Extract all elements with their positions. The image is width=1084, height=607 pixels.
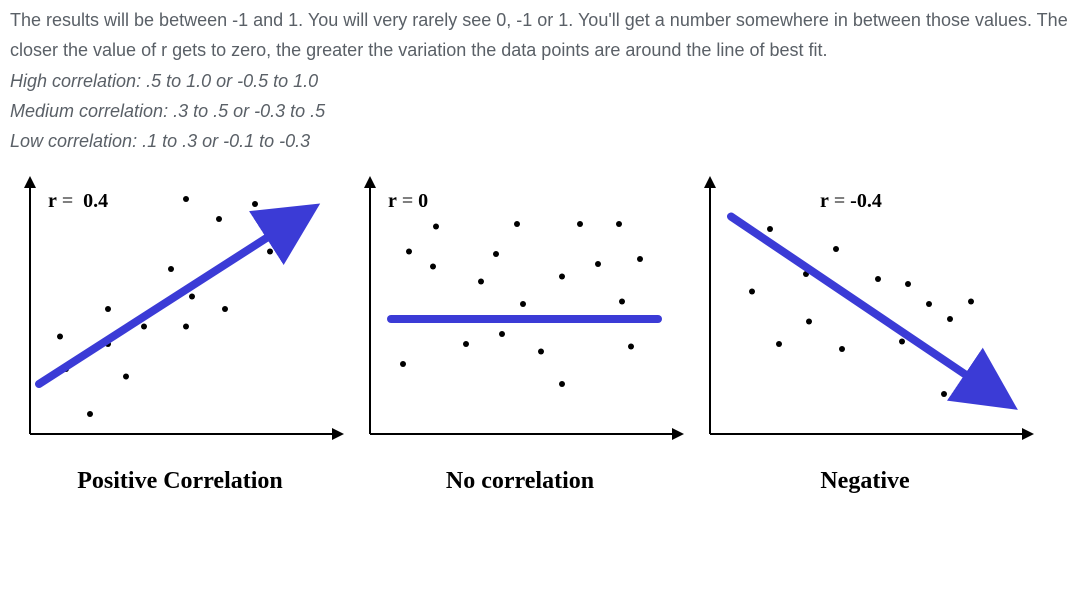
- data-point: [628, 344, 634, 350]
- chart-positive: r = 0.4 Positive Correlation: [10, 174, 350, 495]
- data-point: [520, 301, 526, 307]
- data-point: [905, 281, 911, 287]
- data-point: [105, 306, 111, 312]
- rule-low-range: : .1 to .3 or -0.1 to -0.3: [132, 131, 310, 151]
- data-point: [875, 276, 881, 282]
- data-point: [183, 196, 189, 202]
- rule-medium: Medium correlation: .3 to .5 or -0.3 to …: [10, 97, 1074, 127]
- chart-caption-positive: Positive Correlation: [10, 468, 350, 495]
- data-point: [595, 261, 601, 267]
- data-point: [463, 341, 469, 347]
- rule-low: Low correlation: .1 to .3 or -0.1 to -0.…: [10, 127, 1074, 157]
- r-value-positive: 0.4: [83, 190, 108, 212]
- data-point: [141, 324, 147, 330]
- r-label-none: r = 0: [388, 190, 428, 213]
- chart-negative: r = -0.4 Negative: [690, 174, 1040, 495]
- rule-high-label: High correlation: [10, 71, 136, 91]
- data-point: [637, 256, 643, 262]
- scatter-plot-negative: [690, 174, 1040, 464]
- data-point: [616, 221, 622, 227]
- data-point: [559, 381, 565, 387]
- data-point: [947, 316, 953, 322]
- data-point: [433, 224, 439, 230]
- data-point: [926, 301, 932, 307]
- data-point: [749, 289, 755, 295]
- data-point: [577, 221, 583, 227]
- data-point: [493, 251, 499, 257]
- data-point: [514, 221, 520, 227]
- data-point: [538, 349, 544, 355]
- data-point: [430, 264, 436, 270]
- equals-sign: =: [57, 190, 78, 212]
- data-point: [767, 226, 773, 232]
- data-point: [968, 299, 974, 305]
- data-points-none: [400, 221, 643, 387]
- rule-medium-range: : .3 to .5 or -0.3 to .5: [163, 101, 325, 121]
- chart-caption-none: No correlation: [350, 468, 690, 495]
- data-point: [57, 334, 63, 340]
- data-point: [222, 306, 228, 312]
- rule-medium-label: Medium correlation: [10, 101, 163, 121]
- data-point: [619, 299, 625, 305]
- chart-none: r = 0 No correlation: [350, 174, 690, 495]
- chart-row: r = 0.4 Positive Correlation r = 0: [10, 174, 1074, 495]
- r-label-negative: r = -0.4: [820, 190, 882, 213]
- data-point: [400, 361, 406, 367]
- data-point: [406, 249, 412, 255]
- r-value-none: 0: [418, 190, 428, 212]
- data-point: [899, 339, 905, 345]
- data-point: [123, 374, 129, 380]
- data-point: [87, 411, 93, 417]
- scatter-plot-positive: [10, 174, 350, 464]
- equals-sign: =: [397, 190, 418, 212]
- data-point: [941, 391, 947, 397]
- data-point: [776, 341, 782, 347]
- data-point: [833, 246, 839, 252]
- data-point: [189, 294, 195, 300]
- r-symbol: r: [48, 190, 57, 212]
- r-symbol: r: [820, 190, 829, 212]
- data-point: [806, 319, 812, 325]
- r-value-negative: -0.4: [850, 190, 882, 212]
- rule-high: High correlation: .5 to 1.0 or -0.5 to 1…: [10, 67, 1074, 97]
- scatter-plot-none: [350, 174, 690, 464]
- data-point: [168, 266, 174, 272]
- data-point: [478, 279, 484, 285]
- intro-paragraph: The results will be between -1 and 1. Yo…: [10, 6, 1074, 65]
- data-point: [839, 346, 845, 352]
- data-point: [216, 216, 222, 222]
- chart-caption-negative: Negative: [690, 468, 1040, 495]
- equals-sign: =: [829, 190, 850, 212]
- trend-arrow-positive: [39, 217, 300, 385]
- data-point: [183, 324, 189, 330]
- data-point: [267, 249, 273, 255]
- trend-arrow-negative: [731, 217, 998, 397]
- data-point: [559, 274, 565, 280]
- rule-low-label: Low correlation: [10, 131, 132, 151]
- data-point: [499, 331, 505, 337]
- data-point: [252, 201, 258, 207]
- rule-high-range: : .5 to 1.0 or -0.5 to 1.0: [136, 71, 318, 91]
- r-label-positive: r = 0.4: [48, 190, 108, 213]
- r-symbol: r: [388, 190, 397, 212]
